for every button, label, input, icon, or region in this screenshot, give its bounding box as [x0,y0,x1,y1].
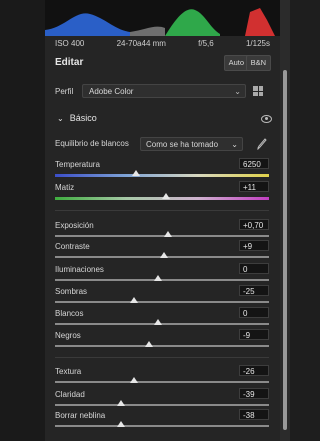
slider-value-input[interactable]: 0 [239,307,269,318]
divider [55,357,269,358]
slider-value-input[interactable]: -26 [239,365,269,376]
slider-thumb[interactable] [117,400,126,406]
slider-value-input[interactable]: 0 [239,263,269,274]
slider-track[interactable] [55,425,269,427]
lens-text: 24-70a44 mm [116,39,166,48]
slider-label: Blancos [55,309,84,318]
slider-value-input[interactable]: -25 [239,285,269,296]
basic-section-header[interactable]: ⌄ Básico [45,113,280,127]
slider-thumb[interactable] [153,319,162,325]
slider-track[interactable] [55,174,269,177]
slider-label: Matiz [55,183,75,192]
wb-label: Equilibrio de blancos [55,139,129,148]
slider-track[interactable] [55,345,269,347]
slider-track[interactable] [55,323,269,325]
slider-label: Exposición [55,221,94,230]
slider-value-input[interactable]: 6250 [239,158,269,169]
slider-label: Borrar neblina [55,411,106,420]
histogram-graph [45,8,275,36]
slider-value-input[interactable]: +11 [239,181,269,192]
camera-info: ISO 400 24-70a44 mm f/5,6 1/125s [45,39,280,51]
shutter-text: 1/125s [245,39,270,48]
slider-value-input[interactable]: -39 [239,388,269,399]
slider-track[interactable] [55,301,269,303]
edit-header: Editar Auto B&N [45,55,280,71]
slider-temperatura[interactable]: Temperatura 6250 [45,158,280,182]
slider-borrar-neblina[interactable]: Borrar neblina -38 [45,409,280,433]
eye-icon[interactable] [261,115,272,123]
profile-value: Adobe Color [89,87,134,96]
slider-value-input[interactable]: -38 [239,409,269,420]
left-rail [0,0,45,441]
profile-select[interactable]: Adobe Color ⌄ [82,84,246,98]
slider-label: Temperatura [55,160,100,169]
profile-label: Perfil [55,87,74,96]
slider-textura[interactable]: Textura -26 [45,365,280,389]
edit-panel: ISO 400 24-70a44 mm f/5,6 1/125s Editar … [45,0,280,441]
scrollbar[interactable] [280,0,290,441]
slider-sombras[interactable]: Sombras -25 [45,285,280,309]
slider-label: Sombras [55,287,88,296]
divider [55,210,269,211]
profile-row: Perfil Adobe Color ⌄ [45,84,280,100]
slider-thumb[interactable] [153,275,162,281]
bw-button[interactable]: B&N [245,55,271,71]
white-balance-row: Equilibrio de blancos Como se ha tomado … [45,137,280,151]
collapse-chevron-icon: ⌄ [57,114,64,123]
slider-value-input[interactable]: +0,70 [239,219,269,230]
slider-value-input[interactable]: +9 [239,240,269,251]
chevron-down-icon: ⌄ [234,87,241,96]
slider-iluminaciones[interactable]: Iluminaciones 0 [45,263,280,287]
slider-label: Iluminaciones [55,265,104,274]
slider-track[interactable] [55,381,269,383]
slider-track[interactable] [55,279,269,281]
slider-contraste[interactable]: Contraste +9 [45,240,280,264]
slider-negros[interactable]: Negros -9 [45,329,280,353]
aperture-text: f/5,6 [198,39,214,48]
slider-label: Contraste [55,242,90,251]
slider-blancos[interactable]: Blancos 0 [45,307,280,331]
slider-thumb[interactable] [117,421,126,427]
slider-thumb[interactable] [130,377,139,383]
slider-thumb[interactable] [132,170,141,176]
slider-label: Negros [55,331,81,340]
slider-track[interactable] [55,235,269,237]
section-title: Básico [69,113,97,123]
iso-text: ISO 400 [55,39,85,48]
slider-track[interactable] [55,404,269,406]
panel-title: Editar [55,57,84,68]
wb-select[interactable]: Como se ha tomado ⌄ [140,137,243,151]
slider-label: Textura [55,367,82,376]
profile-browser-icon[interactable] [253,86,263,96]
slider-thumb[interactable] [145,341,154,347]
slider-value-input[interactable]: -9 [239,329,269,340]
wb-value: Como se ha tomado [146,140,219,149]
slider-matiz[interactable]: Matiz +11 [45,181,280,205]
slider-thumb[interactable] [164,231,173,237]
eyedropper-icon[interactable] [257,138,267,150]
slider-label: Claridad [55,390,85,399]
slider-thumb[interactable] [162,193,171,199]
histogram [45,0,280,36]
scrollbar-thumb[interactable] [283,70,287,430]
chevron-down-icon: ⌄ [231,140,238,149]
slider-thumb[interactable] [130,297,139,303]
slider-thumb[interactable] [160,252,169,258]
